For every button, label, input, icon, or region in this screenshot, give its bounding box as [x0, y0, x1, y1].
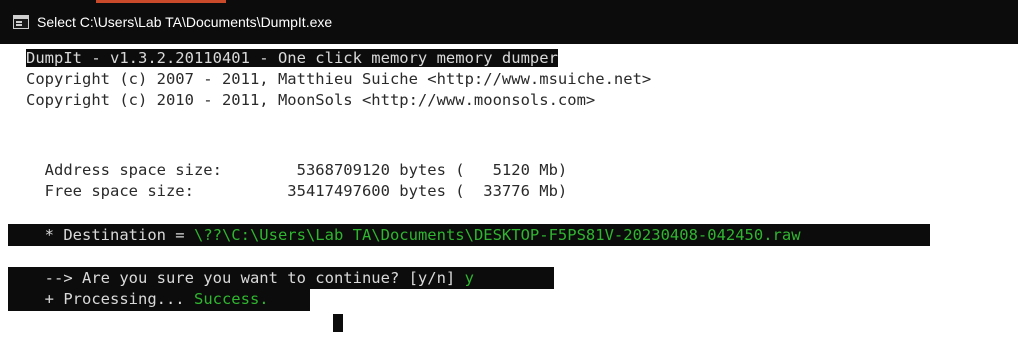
free-space-line: Free space size: 35417497600 bytes ( 337…: [26, 182, 568, 200]
confirm-prompt: --> Are you sure you want to continue? […: [26, 269, 465, 287]
destination-line: * Destination = \??\C:\Users\Lab TA\Docu…: [26, 225, 801, 246]
window-title: Select C:\Users\Lab TA\Documents\DumpIt.…: [37, 14, 333, 30]
processing-line: + Processing... Success.: [26, 289, 269, 310]
console-output[interactable]: DumpIt - v1.3.2.20110401 - One click mem…: [0, 44, 1018, 362]
confirm-line: --> Are you sure you want to continue? […: [26, 268, 474, 289]
confirm-answer: y: [464, 269, 474, 287]
console-window: Select C:\Users\Lab TA\Documents\DumpIt.…: [0, 0, 1018, 362]
destination-label: * Destination =: [26, 226, 194, 244]
text-cursor-block: [333, 314, 343, 332]
address-space-line: Address space size: 5368709120 bytes ( 5…: [26, 161, 568, 179]
console-window-icon: [13, 15, 29, 29]
processing-label: + Processing...: [26, 290, 194, 308]
header-text: DumpIt - v1.3.2.20110401 - One click mem…: [26, 49, 558, 67]
processing-status: Success.: [193, 290, 269, 308]
title-bar[interactable]: Select C:\Users\Lab TA\Documents\DumpIt.…: [0, 0, 1018, 44]
header-line: DumpIt - v1.3.2.20110401 - One click mem…: [26, 48, 558, 69]
copyright-line-1: Copyright (c) 2007 - 2011, Matthieu Suic…: [26, 70, 652, 88]
title-accent-strip: [96, 0, 226, 3]
destination-path: \??\C:\Users\Lab TA\Documents\DESKTOP-F5…: [193, 226, 801, 244]
copyright-line-2: Copyright (c) 2010 - 2011, MoonSols <htt…: [26, 91, 596, 109]
